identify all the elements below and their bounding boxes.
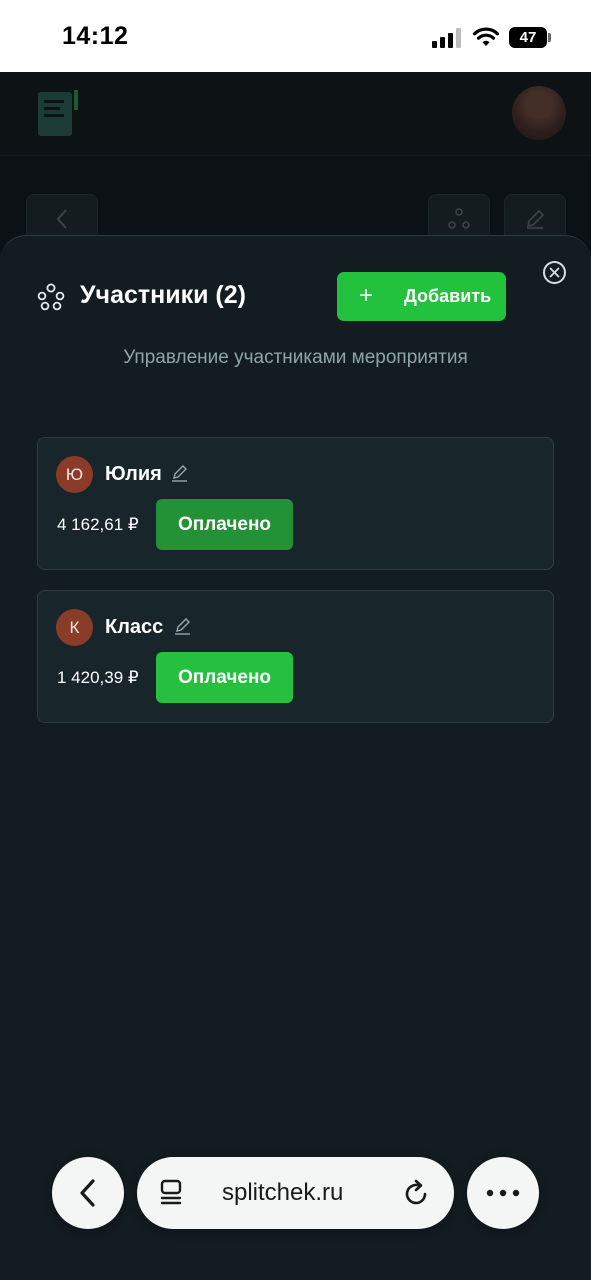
status-time: 14:12 [62,22,129,50]
participants-sheet [0,235,591,1280]
browser-back-button[interactable] [52,1157,124,1229]
wifi-icon [472,27,500,46]
participant-avatar: Ю [56,456,93,493]
address-bar[interactable]: splitchek.ru [137,1157,454,1229]
participant-name: Юлия [105,463,162,485]
app-header [0,72,591,156]
browser-more-button[interactable] [467,1157,539,1229]
edit-name-icon[interactable] [171,464,189,484]
participant-card: К Класс 1 420,39 ₽ Оплачено [37,590,554,723]
participant-amount: 4 162,61 ₽ [57,515,139,534]
sheet-title: Участники (2) [80,281,246,309]
reader-tabs-icon[interactable] [159,1179,185,1207]
add-button-label: Добавить [404,286,492,306]
status-bar: 14:12 47 [0,0,591,72]
close-icon [549,267,560,278]
participant-avatar: К [56,609,93,646]
participants-icon [37,283,65,311]
pencil-icon [526,209,545,229]
more-dots-icon [486,1189,520,1197]
sheet-subtitle: Управление участниками мероприятия [123,347,468,368]
paid-status-button[interactable]: Оплачено [156,499,293,550]
battery-tip [548,33,551,42]
participant-card: Ю Юлия 4 162,61 ₽ Оплачено [37,437,554,570]
chevron-left-icon [56,209,67,229]
share-icon [448,208,470,229]
edit-name-icon[interactable] [174,617,192,637]
close-button[interactable] [543,261,566,284]
url-text: splitchek.ru [222,1179,344,1206]
add-participant-button[interactable]: + Добавить [337,272,506,321]
paid-status-button[interactable]: Оплачено [156,652,293,703]
reload-icon[interactable] [403,1178,431,1208]
cellular-signal-icon [432,28,462,48]
receipt-logo-icon [38,90,78,136]
participant-name: Класс [105,616,164,638]
plus-icon: + [359,282,374,309]
battery-indicator: 47 [509,27,547,48]
chevron-left-icon [80,1179,95,1207]
participant-amount: 1 420,39 ₽ [57,668,139,687]
user-avatar[interactable] [512,86,566,140]
